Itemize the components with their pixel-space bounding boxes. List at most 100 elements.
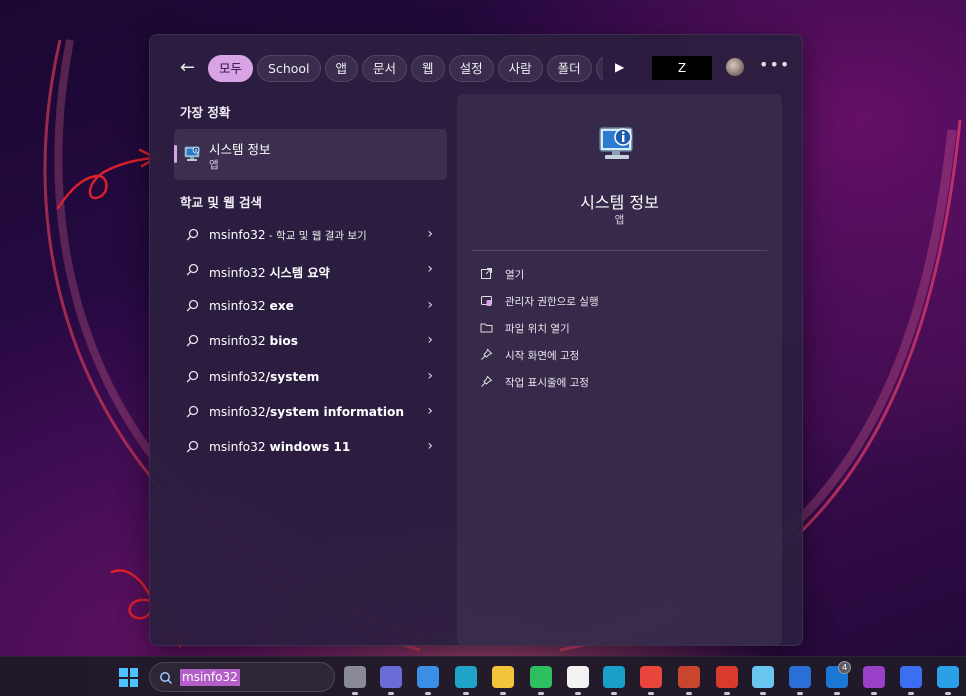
running-indicator <box>500 692 506 695</box>
filter-chip[interactable]: School <box>257 55 321 82</box>
task-view-icon[interactable] <box>344 666 366 688</box>
admin-shield-icon <box>481 296 492 306</box>
web-search-item[interactable]: msinfo32/system information › <box>174 395 447 430</box>
chevron-right-icon[interactable]: › <box>427 438 433 454</box>
web-search-text: msinfo32 - 학교 및 웹 결과 보기 <box>209 228 367 243</box>
search-icon <box>186 299 199 312</box>
search-icon <box>186 264 199 276</box>
search-icon <box>186 370 199 383</box>
web-search-text: msinfo32/system <box>209 370 319 384</box>
more-options-icon[interactable]: ••• <box>759 55 790 74</box>
filter-chip[interactable]: 폴더 <box>546 55 592 82</box>
chevron-right-icon[interactable]: › <box>427 332 433 348</box>
filter-chip[interactable]: 사 <box>595 55 603 82</box>
running-indicator <box>945 692 951 695</box>
filter-chip[interactable]: 문서 <box>362 55 408 82</box>
running-indicator <box>425 692 431 695</box>
running-indicator <box>352 692 358 695</box>
taskbar-search-box[interactable]: msinfo32 <box>149 662 335 692</box>
windows-start-icon[interactable] <box>119 668 138 687</box>
running-indicator <box>871 692 877 695</box>
chrome-icon[interactable] <box>640 666 662 688</box>
running-indicator <box>760 692 766 695</box>
query-suggestion: windows 11 <box>269 440 351 455</box>
best-match-kind: 앱 <box>209 159 219 171</box>
back-arrow-icon[interactable]: ← <box>180 56 202 80</box>
notification-badge: 4 <box>838 661 851 674</box>
account-name-box[interactable]: Z <box>652 56 712 80</box>
folder-icon <box>480 323 493 333</box>
web-search-item[interactable]: msinfo32 bios › <box>174 324 447 359</box>
selection-accent <box>174 145 177 163</box>
filter-chip[interactable]: 모두 <box>208 55 254 82</box>
filter-chips: 모두School앱문서웹설정사람폴더사 <box>208 55 603 83</box>
web-search-item[interactable]: msinfo32 windows 11 › <box>174 430 447 465</box>
chevron-right-icon[interactable]: › <box>427 368 433 384</box>
store-icon[interactable] <box>417 666 439 688</box>
bird-app-icon[interactable] <box>603 666 625 688</box>
system-info-large-icon <box>599 127 633 159</box>
recorder-icon[interactable] <box>716 666 738 688</box>
web-search-header: 학교 및 웹 검색 <box>180 195 263 210</box>
chevron-right-icon[interactable]: › <box>427 297 433 313</box>
search-icon <box>186 335 199 347</box>
filter-chip[interactable]: 설정 <box>448 55 494 82</box>
detail-divider <box>471 250 767 251</box>
chat-icon[interactable] <box>380 666 402 688</box>
query-suggestion: bios <box>269 334 298 349</box>
query-prefix: msinfo32 <box>209 334 270 349</box>
filter-chip[interactable]: 앱 <box>324 55 359 82</box>
query-prefix: msinfo32 <box>209 440 270 455</box>
action-label: 파일 위치 열기 <box>505 323 570 335</box>
web-search-item[interactable]: msinfo32 - 학교 및 웹 결과 보기 › <box>174 218 447 253</box>
query-prefix: msinfo32 <box>209 404 266 419</box>
action-label: 작업 표시줄에 고정 <box>505 377 589 389</box>
web-search-text: msinfo32 bios <box>209 334 298 348</box>
query-prefix: msinfo32 <box>209 369 266 384</box>
detail-subtitle: 앱 <box>614 214 625 226</box>
query-prefix: msinfo32 <box>209 298 270 313</box>
evernote-icon[interactable] <box>530 666 552 688</box>
stripes-app-icon[interactable] <box>678 666 700 688</box>
notepad-icon[interactable] <box>752 666 774 688</box>
file-explorer-icon[interactable] <box>492 666 514 688</box>
filter-chip[interactable]: 웹 <box>411 55 445 82</box>
avatar[interactable] <box>726 58 744 76</box>
web-search-item[interactable]: msinfo32/system › <box>174 360 447 395</box>
query-suggestion: 시스템 요약 <box>269 266 330 281</box>
todo-icon[interactable] <box>900 666 922 688</box>
search-icon <box>186 405 199 418</box>
web-search-item[interactable]: msinfo32 exe › <box>174 289 447 324</box>
query-suggestion: /system information <box>265 404 405 419</box>
search-query-text[interactable]: msinfo32 <box>180 669 240 686</box>
word-icon[interactable] <box>789 666 811 688</box>
web-search-text: msinfo32 windows 11 <box>209 440 350 454</box>
web-search-list: msinfo32 - 학교 및 웹 결과 보기 › msinfo32 시스템 요약 ›… <box>174 218 447 466</box>
search-icon <box>160 672 173 685</box>
system-info-icon <box>184 146 200 161</box>
action-label: 열기 <box>505 269 525 281</box>
web-search-item[interactable]: msinfo32 시스템 요약 › <box>174 253 447 288</box>
filter-bar: ← 모두School앱문서웹설정사람폴더사 ▶ Z ••• <box>150 53 804 83</box>
action-label: 관리자 권한으로 실행 <box>505 296 599 308</box>
scroll-right-icon[interactable]: ▶ <box>615 60 624 74</box>
filter-chip[interactable]: 사람 <box>497 55 543 82</box>
bing-icon[interactable] <box>937 666 959 688</box>
running-indicator <box>724 692 730 695</box>
best-match-result[interactable]: 시스템 정보 앱 <box>174 129 447 180</box>
chevron-right-icon[interactable]: › <box>427 261 433 277</box>
chevron-right-icon[interactable]: › <box>427 403 433 419</box>
running-indicator <box>538 692 544 695</box>
web-search-text: msinfo32 exe <box>209 299 294 313</box>
taskbar: msinfo32 4 <box>0 656 966 696</box>
onenote-icon[interactable] <box>863 666 885 688</box>
running-indicator <box>463 692 469 695</box>
query-suggestion: /system <box>265 369 320 384</box>
running-indicator <box>686 692 692 695</box>
query-prefix: msinfo32 <box>209 266 270 281</box>
start-search-panel: ← 모두School앱문서웹설정사람폴더사 ▶ Z ••• 가장 정확 시스템 … <box>149 34 803 646</box>
chevron-right-icon[interactable]: › <box>427 226 433 242</box>
edge-icon[interactable] <box>455 666 477 688</box>
detail-pane: 시스템 정보 앱 열기 관리자 권한으로 실행 파일 위치 열기 시작 화면에 고정 작… <box>457 94 782 645</box>
notion-icon[interactable] <box>567 666 589 688</box>
